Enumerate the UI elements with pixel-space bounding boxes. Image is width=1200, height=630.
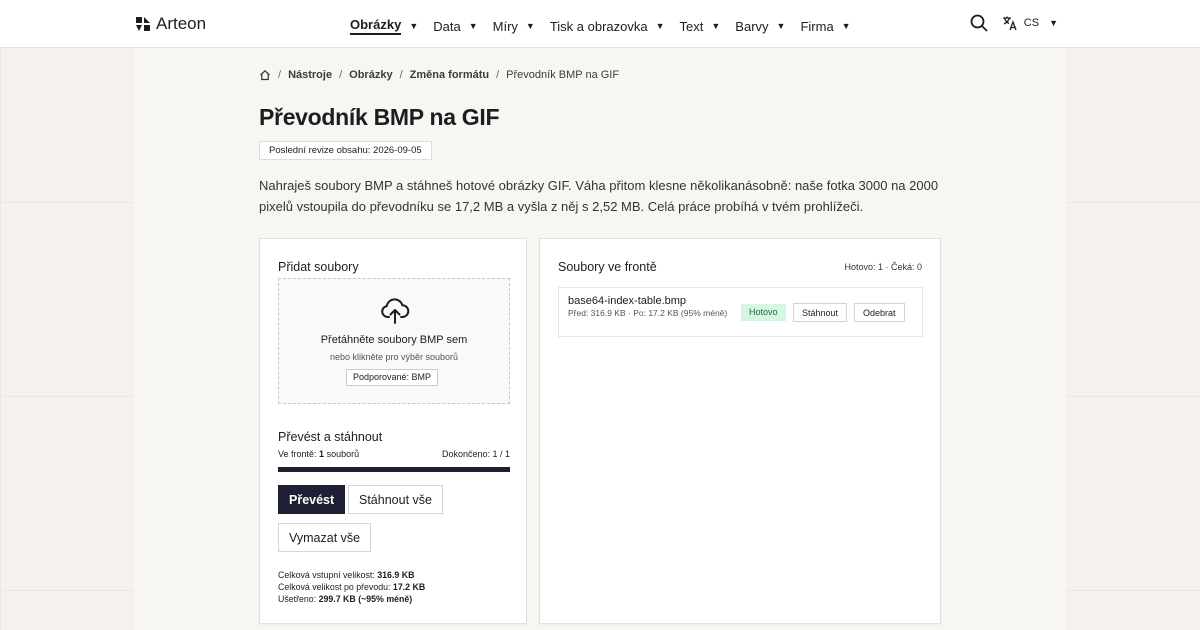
menu-item-text[interactable]: Text ▼ bbox=[680, 17, 721, 35]
download-all-button[interactable]: Stáhnout vše bbox=[348, 485, 443, 514]
top-navbar: Arteon Obrázky ▼ Data ▼ Míry ▼ Tisk a ob… bbox=[0, 0, 1200, 48]
drop-zone-subtitle: nebo klikněte pro výběr souborů bbox=[329, 352, 459, 362]
total-input-size: Celková vstupní velikost: 316.9 KB bbox=[278, 569, 425, 581]
caret-down-icon: ▼ bbox=[841, 21, 851, 31]
menu-item-barvy[interactable]: Barvy ▼ bbox=[735, 17, 785, 35]
menu-item-obrazky[interactable]: Obrázky ▼ bbox=[350, 17, 418, 35]
queue-count-label: Ve frontě: bbox=[278, 449, 317, 459]
queue-count-value: 1 bbox=[319, 449, 325, 459]
breadcrumb-separator: / bbox=[339, 69, 343, 81]
totals-summary: Celková vstupní velikost: 316.9 KB Celko… bbox=[278, 569, 425, 605]
total-input-label: Celková vstupní velikost: bbox=[278, 570, 375, 580]
drop-zone[interactable]: Přetáhněte soubory BMP sem nebo klikněte… bbox=[278, 278, 510, 404]
total-output-label: Celková velikost po převodu: bbox=[278, 582, 391, 592]
brand-name: Arteon bbox=[156, 14, 207, 33]
queue-title: Soubory ve frontě bbox=[558, 260, 657, 274]
menu-item-firma[interactable]: Firma ▼ bbox=[800, 17, 850, 35]
status-badge: Hotovo bbox=[741, 304, 786, 321]
caret-down-icon: ▼ bbox=[525, 21, 535, 31]
queue-count-text: Ve frontě: 1 souborů bbox=[278, 449, 359, 459]
download-file-button[interactable]: Stáhnout bbox=[793, 303, 848, 322]
menu-label: Firma bbox=[800, 18, 834, 34]
clear-all-button[interactable]: Vymazat vše bbox=[278, 523, 372, 552]
convert-button[interactable]: Převést bbox=[278, 485, 346, 514]
home-icon[interactable] bbox=[259, 69, 271, 81]
queue-count-unit: souborů bbox=[326, 449, 360, 459]
progress-bar bbox=[278, 467, 510, 472]
total-output-value: 17.2 KB bbox=[392, 582, 426, 592]
queue-header: Soubory ve frontě Hotovo: 1 · Čeká: 0 bbox=[558, 260, 922, 274]
menu-label: Míry bbox=[492, 18, 518, 34]
total-saved-value: 299.7 KB (~95% méně) bbox=[318, 594, 413, 604]
drop-zone-title: Přetáhněte soubory BMP sem bbox=[320, 334, 468, 346]
convert-section-title: Převést a stáhnout bbox=[278, 430, 383, 444]
total-input-value: 316.9 KB bbox=[377, 570, 415, 580]
breadcrumb: / Nástroje / Obrázky / Změna formátu / P… bbox=[259, 69, 619, 81]
menu-label: Tisk a obrazovka bbox=[549, 18, 648, 34]
total-output-size: Celková velikost po převodu: 17.2 KB bbox=[278, 581, 425, 593]
breadcrumb-link-obrazky[interactable]: Obrázky bbox=[349, 69, 392, 81]
intro-text: Nahraješ soubory BMP a stáhneš hotové ob… bbox=[259, 178, 939, 214]
queue-counts: Hotovo: 1 · Čeká: 0 bbox=[844, 262, 922, 272]
cloud-upload-icon bbox=[381, 298, 410, 324]
menu-item-miry[interactable]: Míry ▼ bbox=[493, 17, 535, 35]
caret-down-icon: ▼ bbox=[776, 21, 786, 31]
menu-label: Data bbox=[433, 18, 461, 34]
upload-title: Přidat soubory bbox=[278, 260, 359, 274]
menu-item-tisk[interactable]: Tisk a obrazovka ▼ bbox=[550, 17, 665, 35]
menu-label: Text bbox=[679, 18, 704, 34]
brand-logo[interactable]: Arteon bbox=[136, 14, 206, 34]
caret-down-icon: ▼ bbox=[409, 21, 419, 31]
language-switcher[interactable]: CS ▼ bbox=[1002, 15, 1058, 31]
main-content: / Nástroje / Obrázky / Změna formátu / P… bbox=[134, 48, 1066, 630]
queue-card: Soubory ve frontě Hotovo: 1 · Čeká: 0 ba… bbox=[539, 238, 941, 624]
breadcrumb-link-zmena-formatu[interactable]: Změna formátu bbox=[410, 69, 489, 81]
menu-label: Barvy bbox=[735, 18, 769, 34]
logo-icon bbox=[136, 17, 150, 31]
translate-icon bbox=[1002, 16, 1017, 31]
breadcrumb-separator: / bbox=[496, 69, 500, 81]
breadcrumb-separator: / bbox=[278, 69, 282, 81]
breadcrumb-current: Převodník BMP na GIF bbox=[506, 69, 620, 81]
total-saved: Ušetřeno: 299.7 KB (~95% méně) bbox=[278, 593, 425, 605]
supported-formats-tag: Podporované: BMP bbox=[346, 369, 439, 386]
remove-file-button[interactable]: Odebrat bbox=[854, 303, 905, 322]
caret-down-icon: ▼ bbox=[468, 21, 478, 31]
total-saved-label: Ušetřeno: bbox=[278, 594, 317, 604]
page-title: Převodník BMP na GIF bbox=[259, 104, 500, 130]
queue-status-line: Ve frontě: 1 souborů Dokončeno: 1 / 1 bbox=[278, 449, 510, 459]
progress-bar-fill bbox=[278, 467, 510, 472]
file-name: base64-index-table.bmp bbox=[568, 295, 687, 307]
breadcrumb-link-nastroje[interactable]: Nástroje bbox=[288, 69, 332, 81]
caret-down-icon: ▼ bbox=[711, 21, 721, 31]
file-item: base64-index-table.bmp Před: 316.9 KB · … bbox=[558, 287, 923, 337]
menu-item-data[interactable]: Data ▼ bbox=[433, 17, 477, 35]
search-icon[interactable] bbox=[970, 14, 988, 32]
language-code: CS bbox=[1023, 17, 1040, 29]
caret-down-icon: ▼ bbox=[1049, 18, 1058, 28]
breadcrumb-separator: / bbox=[399, 69, 403, 81]
completed-count: Dokončeno: 1 / 1 bbox=[441, 449, 510, 459]
menu-label: Obrázky bbox=[350, 17, 402, 35]
caret-down-icon: ▼ bbox=[655, 21, 665, 31]
main-menu: Obrázky ▼ Data ▼ Míry ▼ Tisk a obrazovka… bbox=[350, 17, 866, 35]
revision-badge: Poslední revize obsahu: 2026-09-05 bbox=[259, 141, 432, 160]
upload-card: Přidat soubory Přetáhněte soubory BMP se… bbox=[259, 238, 527, 624]
nav-actions: CS ▼ bbox=[970, 14, 1058, 32]
file-meta: Před: 316.9 KB · Po: 17.2 KB (95% méně) bbox=[568, 308, 728, 318]
